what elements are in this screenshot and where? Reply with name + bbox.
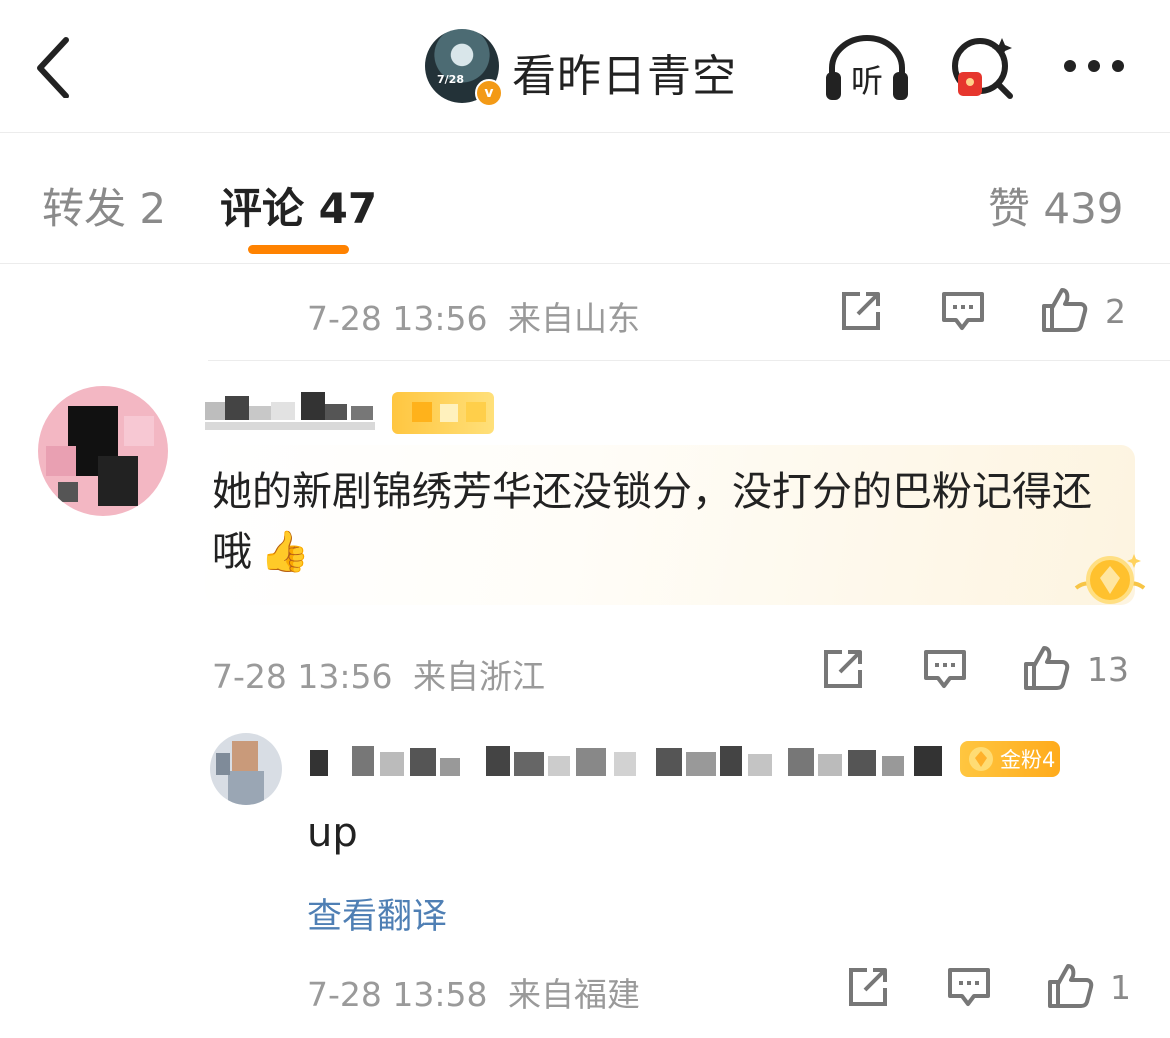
reply-meta: 7-28 13:58 来自福建 [307,968,640,1016]
more-icon [1064,60,1124,72]
divider [208,360,1170,361]
medal-icon [1068,548,1152,612]
top-item-like-count: 2 [1105,292,1126,331]
fan-badge: 金粉4 [960,741,1060,777]
comment-body: 她的新剧锦绣芳华还没锁分，没打分的巴粉记得还哦 [212,469,1092,575]
comment-location: 来自浙江 [413,657,545,696]
reply-comment-button[interactable] [946,964,992,1010]
top-item-comment-button[interactable] [940,288,986,334]
search-button[interactable] [944,32,1028,104]
comment-reply-button[interactable] [922,646,968,692]
avatar-date-text: 7/28 [437,73,464,86]
listen-label: 听 [851,62,883,100]
reply-location: 来自福建 [508,975,640,1014]
tab-likes[interactable]: 赞 439 [988,175,1124,236]
top-item-time: 7-28 13:56 [307,299,488,338]
reply-like-button[interactable] [1046,962,1094,1008]
active-tab-indicator [248,245,349,254]
author-name[interactable]: 看昨日青空 [512,40,737,104]
back-icon [37,37,69,99]
comment-like-count: 13 [1087,650,1129,689]
thumbs-up-emoji: 👍 [260,529,310,575]
tab-bar: 转发 2 评论 47 赞 439 [0,133,1170,264]
back-button[interactable] [30,34,80,99]
comment-share-button[interactable] [820,646,866,692]
comment-icon [948,968,990,1006]
reply-text: up [307,810,358,856]
top-item-like-button[interactable] [1040,286,1088,332]
like-icon [1042,288,1088,332]
comment-icon [924,650,966,688]
tab-comments[interactable]: 评论 47 [220,175,377,236]
view-translation-link[interactable]: 查看翻译 [307,888,447,939]
like-icon [1048,964,1094,1008]
share-icon [842,292,880,330]
top-item-share-button[interactable] [838,288,884,334]
comment-time: 7-28 13:56 [212,657,393,696]
commenter-avatar[interactable] [38,386,168,516]
commenter-name-pixelated[interactable] [205,392,380,436]
top-bar: 7/28 v 看昨日青空 听 [0,0,1170,133]
reply-share-button[interactable] [845,964,891,1010]
comment-meta: 7-28 13:56 来自浙江 [212,650,545,698]
tab-repost[interactable]: 转发 2 [42,175,166,236]
replier-avatar[interactable] [210,733,282,805]
like-icon [1024,646,1070,690]
verified-badge: v [475,79,503,107]
share-icon [824,650,862,688]
comment-icon [942,292,984,330]
top-item-location: 来自山东 [508,299,640,338]
replier-name-pixelated[interactable] [300,742,950,780]
share-icon [849,968,887,1006]
fan-badge-label: 金粉4 [1000,748,1056,772]
diamond-icon [969,747,993,771]
listen-button[interactable]: 听 [822,32,908,104]
search-redpacket-icon [952,38,1013,99]
reply-like-count: 1 [1110,968,1131,1007]
top-item-meta: 7-28 13:56 来自山东 [307,292,640,340]
reply-time: 7-28 13:58 [307,975,488,1014]
comment-like-button[interactable] [1022,644,1070,690]
member-badge-pixelated [392,392,494,434]
more-button[interactable] [1058,32,1142,104]
comment-text: 她的新剧锦绣芳华还没锁分，没打分的巴粉记得还哦 👍 [212,462,1112,582]
listen-icon: 听 [826,35,908,100]
